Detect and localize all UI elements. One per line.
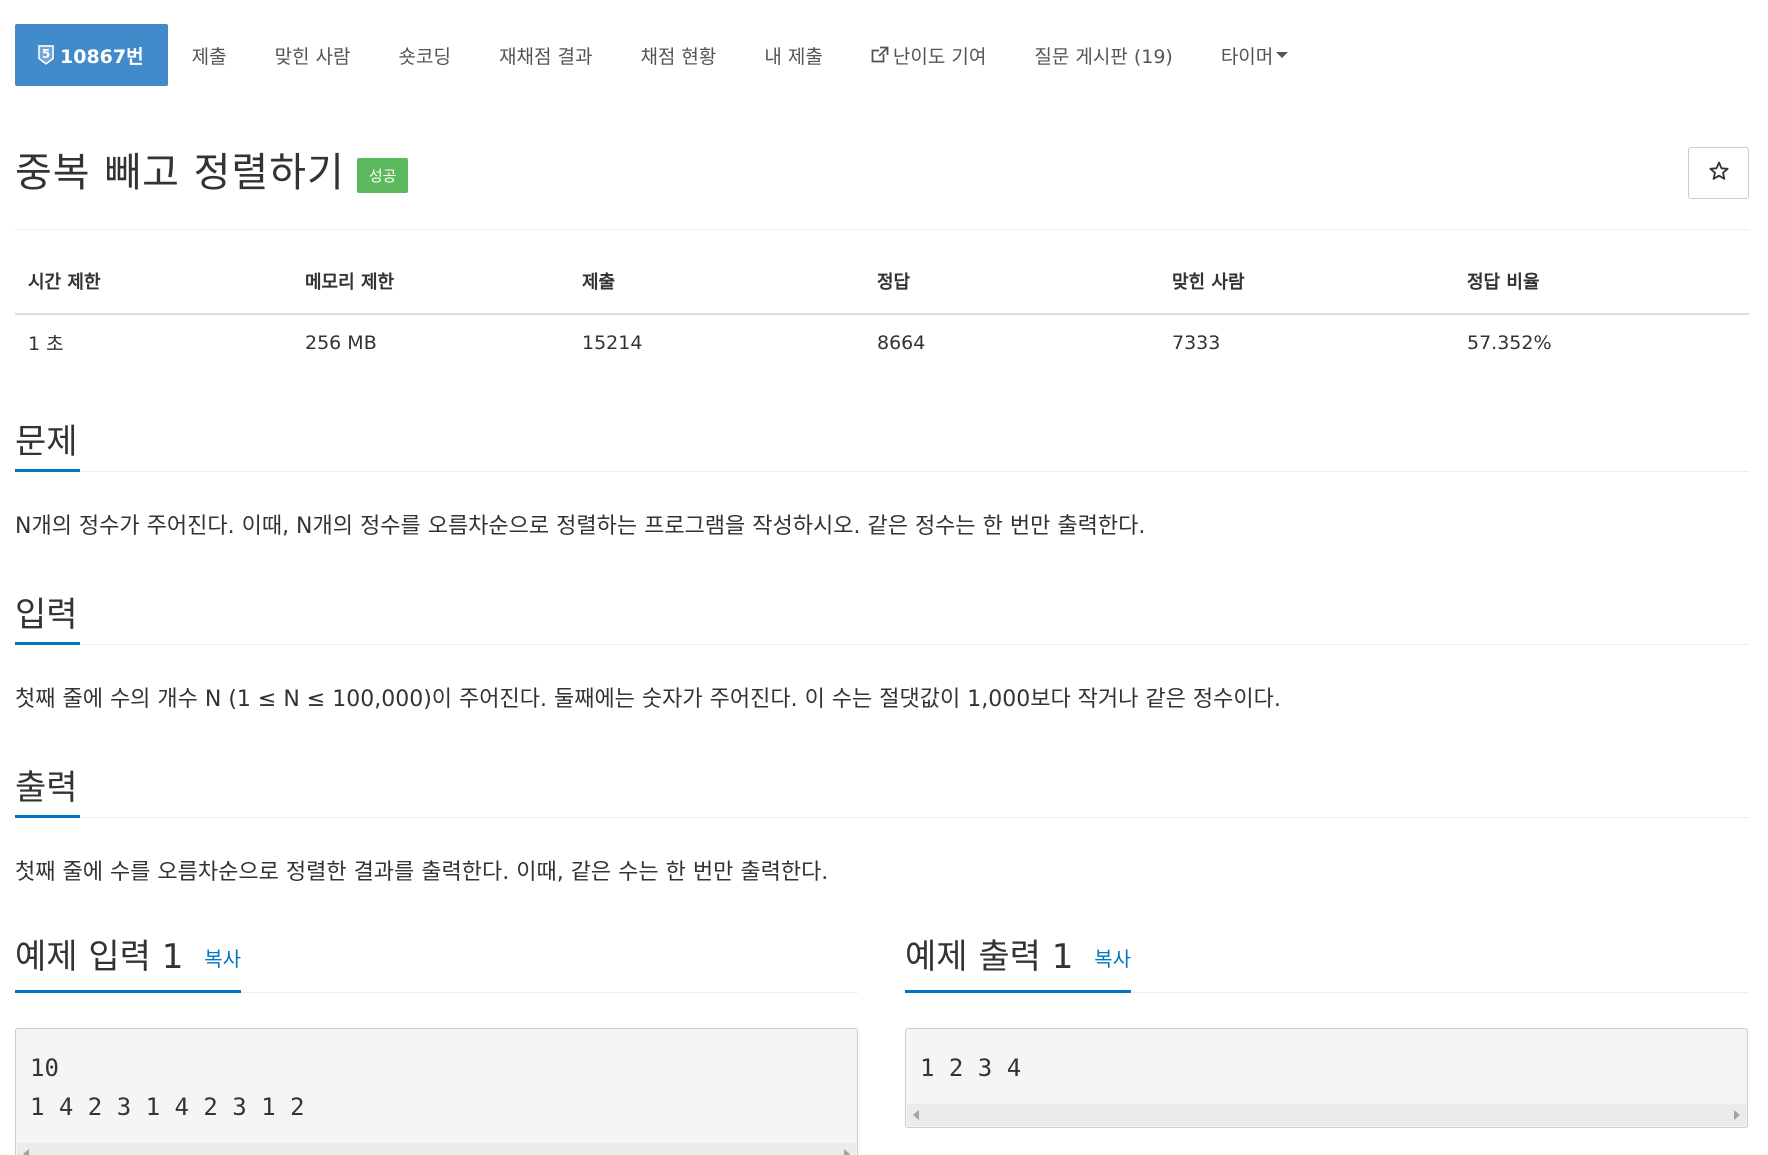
sample-input-heading: 예제 입력 1 복사	[15, 928, 241, 993]
code-line: 10	[30, 1054, 59, 1082]
header-accept-ratio: 정답 비율	[1454, 262, 1749, 315]
copy-output-link[interactable]: 복사	[1094, 947, 1131, 971]
cell-time-limit: 1 초	[28, 333, 64, 355]
nav-question-board-label: 질문 게시판 (19)	[1034, 45, 1173, 68]
sample-input-panel: 예제 입력 1 복사 10 1 4 2 3 1 4 2 3 1 2	[15, 928, 858, 1155]
star-icon	[1709, 161, 1729, 185]
header-memory-limit: 메모리 제한	[292, 262, 569, 315]
input-text: 첫째 줄에 수의 개수 N (1 ≤ N ≤ 100,000)이 주어진다. 둘…	[15, 687, 1281, 712]
nav-question-board[interactable]: 질문 게시판 (19)	[1010, 24, 1196, 86]
nav-submit-label: 제출	[191, 45, 227, 68]
nav-solved-users-label: 맞힌 사람	[274, 45, 351, 68]
nav-judge-status[interactable]: 채점 현황	[616, 24, 740, 86]
page-title: 중복 빼고 정렬하기	[15, 150, 345, 196]
output-section: 출력 첫째 줄에 수를 오름차순으로 정렬한 결과를 출력한다. 이때, 같은 …	[15, 766, 1749, 888]
sample-output-panel: 예제 출력 1 복사 1 2 3 4	[905, 928, 1748, 1128]
nav-solved-users[interactable]: 맞힌 사람	[251, 24, 375, 86]
nav-problem-number[interactable]: 5 10867번	[15, 24, 168, 86]
input-section: 입력 첫째 줄에 수의 개수 N (1 ≤ N ≤ 100,000)이 주어진다…	[15, 593, 1749, 715]
header-time-limit: 시간 제한	[15, 262, 292, 315]
tier-badge-icon: 5	[37, 44, 55, 66]
input-title: 입력	[15, 593, 80, 645]
horizontal-scrollbar[interactable]	[17, 1143, 856, 1155]
scroll-right-icon[interactable]	[844, 1149, 850, 1155]
cell-accepted: 8664	[877, 331, 926, 354]
status-badge: 성공	[356, 157, 409, 193]
description-text: N개의 정수가 주어진다. 이때, N개의 정수를 오름차순으로 정렬하는 프로…	[15, 514, 1146, 539]
svg-text:5: 5	[42, 47, 50, 61]
header-submissions: 제출	[569, 262, 864, 315]
nav-difficulty-contribution[interactable]: 난이도 기여	[847, 24, 1010, 86]
table-header-row: 시간 제한 메모리 제한 제출 정답 맞힌 사람 정답 비율	[15, 262, 1749, 315]
title-divider	[15, 229, 1749, 230]
nav-judge-status-label: 채점 현황	[640, 45, 717, 68]
problem-nav: 5 10867번 제출 맞힌 사람 숏코딩 재채점 결과 채점 현황 내 제출 …	[15, 24, 1312, 86]
sample-output-heading: 예제 출력 1 복사	[905, 928, 1131, 993]
sample-output-lines: 1 2 3 4	[906, 1029, 1747, 1104]
nav-short-coding[interactable]: 숏코딩	[375, 24, 475, 86]
favorite-button[interactable]	[1688, 147, 1749, 199]
cell-submissions: 15214	[582, 331, 643, 354]
input-header: 입력	[15, 593, 1749, 645]
nav-my-submissions-label: 내 제출	[764, 45, 823, 68]
nav-problem-number-label: 10867번	[60, 45, 144, 68]
sample-input-code[interactable]: 10 1 4 2 3 1 4 2 3 1 2	[15, 1028, 858, 1155]
code-line: 1 4 2 3 1 4 2 3 1 2	[30, 1093, 305, 1121]
problem-title-row: 중복 빼고 정렬하기 성공	[15, 140, 409, 198]
sample-input-lines: 10 1 4 2 3 1 4 2 3 1 2	[16, 1029, 857, 1143]
output-text: 첫째 줄에 수를 오름차순으로 정렬한 결과를 출력한다. 이때, 같은 수는 …	[15, 860, 829, 885]
description-title: 문제	[15, 420, 80, 472]
nav-timer-dropdown[interactable]: 타이머	[1197, 24, 1312, 86]
output-header: 출력	[15, 766, 1749, 818]
copy-input-link[interactable]: 복사	[204, 947, 241, 971]
external-link-icon	[871, 46, 889, 64]
nav-submit[interactable]: 제출	[168, 24, 251, 86]
problem-info-table: 시간 제한 메모리 제한 제출 정답 맞힌 사람 정답 비율 1 초 256 M…	[15, 262, 1749, 370]
header-solved-users: 맞힌 사람	[1159, 262, 1454, 315]
nav-rejudge-results[interactable]: 재채점 결과	[475, 24, 616, 86]
scroll-left-icon[interactable]	[913, 1110, 919, 1120]
cell-solved-users: 7333	[1172, 331, 1221, 354]
nav-my-submissions[interactable]: 내 제출	[740, 24, 846, 86]
sample-input-title: 예제 입력 1	[15, 937, 184, 977]
sample-input-header: 예제 입력 1 복사	[15, 928, 858, 993]
header-accepted: 정답	[864, 262, 1159, 315]
table-row: 1 초 256 MB 15214 8664 7333 57.352%	[15, 314, 1749, 370]
nav-rejudge-results-label: 재채점 결과	[498, 45, 593, 68]
scroll-right-icon[interactable]	[1734, 1110, 1740, 1120]
code-line: 1 2 3 4	[920, 1054, 1022, 1082]
cell-memory-limit: 256 MB	[305, 331, 377, 354]
cell-accept-ratio: 57.352%	[1467, 331, 1552, 354]
sample-output-title: 예제 출력 1	[905, 937, 1074, 977]
description-section: 문제 N개의 정수가 주어진다. 이때, N개의 정수를 오름차순으로 정렬하는…	[15, 420, 1749, 542]
nav-difficulty-contribution-label: 난이도 기여	[892, 45, 987, 68]
sample-output-code[interactable]: 1 2 3 4	[905, 1028, 1748, 1128]
scroll-left-icon[interactable]	[23, 1149, 29, 1155]
nav-timer-label: 타이머	[1220, 45, 1274, 68]
caret-down-icon	[1276, 52, 1289, 58]
sample-output-header: 예제 출력 1 복사	[905, 928, 1748, 993]
horizontal-scrollbar[interactable]	[907, 1104, 1746, 1126]
description-header: 문제	[15, 420, 1749, 472]
output-title: 출력	[15, 766, 80, 818]
nav-short-coding-label: 숏코딩	[398, 45, 451, 68]
